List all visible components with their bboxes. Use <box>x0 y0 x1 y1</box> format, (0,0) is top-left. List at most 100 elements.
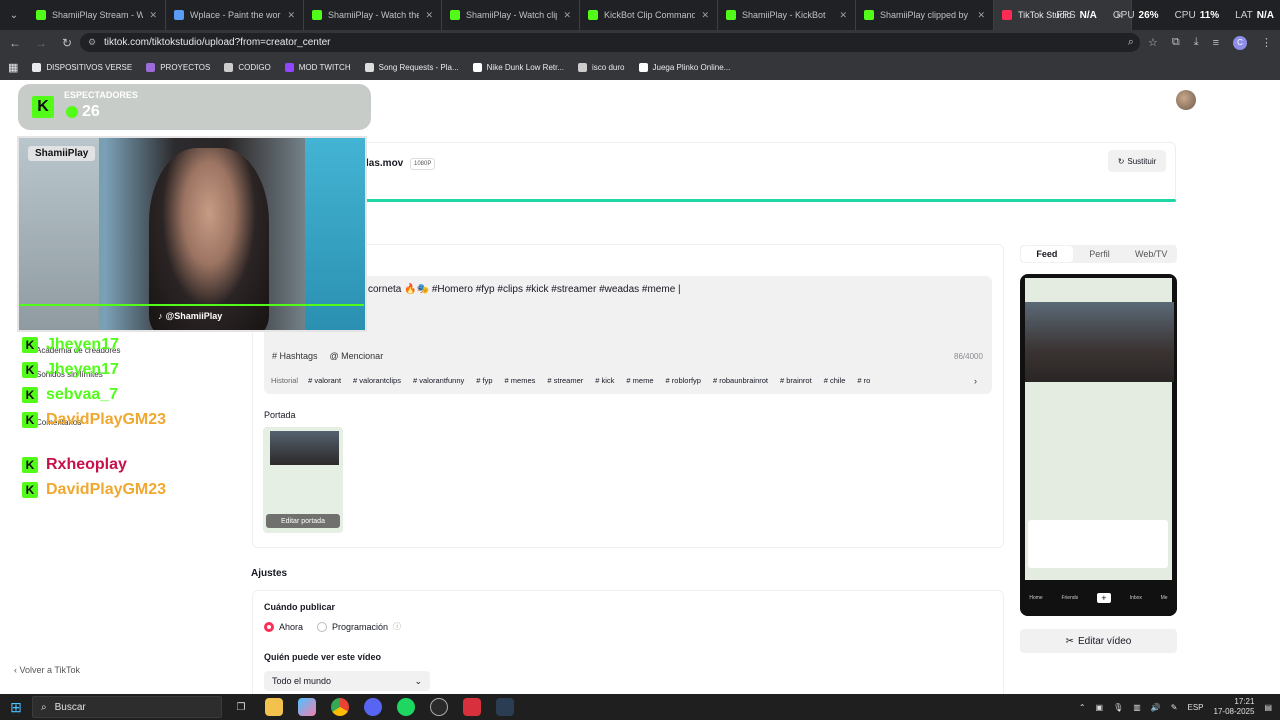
site-info-icon[interactable]: ⚙ <box>88 37 96 48</box>
clock-time: 17:21 <box>1234 697 1255 706</box>
tray-app-icon[interactable]: ▣ <box>1096 703 1104 712</box>
file-explorer-icon[interactable] <box>265 698 283 716</box>
scissors-icon: ✂ <box>1065 635 1074 647</box>
history-hashtag[interactable]: # valorantclips <box>353 376 401 385</box>
bookmark-star-icon[interactable]: ☆ <box>1148 36 1158 49</box>
copilot-icon[interactable] <box>298 698 316 716</box>
history-hashtag[interactable]: # valorant <box>308 376 341 385</box>
download-icon[interactable]: ⤓ <box>1194 36 1199 49</box>
history-hashtag[interactable]: # roblorfyp <box>666 376 701 385</box>
history-hashtag[interactable]: # streamer <box>547 376 583 385</box>
app-red-icon[interactable] <box>463 698 481 716</box>
schedule-radio[interactable]: Programación ⓘ <box>317 621 401 632</box>
tab-web-tv[interactable]: Web/TV <box>1125 245 1177 263</box>
phone-preview: Home Friends + Inbox Me <box>1020 274 1177 616</box>
bookmark-favicon-icon <box>638 63 648 72</box>
post-now-radio[interactable]: Ahora <box>264 621 303 632</box>
apps-grid-icon[interactable]: ▦ <box>8 61 18 74</box>
back-to-tiktok-link[interactable]: ‹ Volver a TikTok <box>14 665 80 675</box>
bookmark-item[interactable]: CODIGO <box>224 63 271 72</box>
windows-start-icon[interactable]: ⊞ <box>0 694 32 720</box>
cover-preview[interactable]: Editar portada <box>263 427 343 533</box>
history-hashtag[interactable]: # memes <box>505 376 536 385</box>
obs-icon[interactable] <box>430 698 448 716</box>
phone-navbar: Home Friends + Inbox Me <box>1020 580 1177 616</box>
history-hashtag[interactable]: # chile <box>824 376 846 385</box>
history-hashtag[interactable]: # robaunbrainrot <box>713 376 768 385</box>
pen-icon[interactable]: ✎ <box>1171 703 1178 712</box>
microphone-icon[interactable]: 🎙 <box>1113 703 1123 712</box>
mention-button[interactable]: @ Mencionar <box>330 351 384 361</box>
edit-video-button[interactable]: ✂ Editar vídeo <box>1020 629 1177 653</box>
visibility-select[interactable]: Todo el mundo ⌄ <box>264 671 430 691</box>
close-icon[interactable]: ✕ <box>149 10 157 21</box>
reload-icon[interactable]: ↻ <box>56 32 78 54</box>
browser-tab[interactable]: ShamiiPlay - Watch the V ✕ <box>304 0 442 30</box>
close-icon[interactable]: ✕ <box>977 10 985 21</box>
close-icon[interactable]: ✕ <box>563 10 571 21</box>
replace-button[interactable]: ↻ Sustituir <box>1108 150 1166 172</box>
kick-logo-icon: K <box>32 96 54 118</box>
back-arrow-icon[interactable]: ← <box>4 32 26 54</box>
task-view-icon[interactable]: ❐ <box>232 698 250 716</box>
bookmark-item[interactable]: MOD TWITCH <box>284 63 351 72</box>
bookmark-item[interactable]: Song Requests - Pla... <box>364 63 459 72</box>
bookmark-item[interactable]: Nike Dunk Low Retr... <box>472 63 564 72</box>
browser-tab[interactable]: ShamiiPlay clipped by Cr ✕ <box>856 0 994 30</box>
account-avatar[interactable] <box>1176 90 1196 110</box>
notifications-icon[interactable]: ▤ <box>1264 703 1272 712</box>
clock[interactable]: 17:21 17-08-2025 <box>1214 697 1255 717</box>
history-next-icon[interactable]: › <box>974 376 977 386</box>
browser-tab[interactable]: ShamiiPlay Stream - Watc ✕ <box>28 0 166 30</box>
tab-profile[interactable]: Perfil <box>1074 245 1126 263</box>
volume-icon[interactable]: 🔊 <box>1151 703 1161 712</box>
close-icon[interactable]: ✕ <box>701 10 709 21</box>
tab-favicon-icon <box>1002 10 1012 20</box>
davinci-icon[interactable] <box>496 698 514 716</box>
history-hashtag[interactable]: # valorantfunny <box>413 376 464 385</box>
tab-feed[interactable]: Feed <box>1021 246 1073 262</box>
schedule-label: Programación <box>332 621 389 632</box>
history-hashtag[interactable]: # fyp <box>476 376 492 385</box>
edit-cover-button[interactable]: Editar portada <box>266 514 340 528</box>
history-hashtag[interactable]: # meme <box>626 376 653 385</box>
tray-chevron-icon[interactable]: ⌃ <box>1079 703 1086 712</box>
clock-date: 17-08-2025 <box>1213 707 1255 716</box>
close-icon[interactable]: ✕ <box>425 10 433 21</box>
bookmark-item[interactable]: isco duro <box>578 63 625 72</box>
network-icon[interactable]: ▥ <box>1133 703 1141 712</box>
zoom-icon[interactable]: ⌕ <box>1128 36 1134 49</box>
browser-tab[interactable]: ShamiiPlay - KickBot ✕ <box>718 0 856 30</box>
chat-message: K Jheyen17 <box>22 361 119 379</box>
history-hashtag[interactable]: # ro <box>857 376 870 385</box>
chrome-icon[interactable] <box>331 698 349 716</box>
spotify-icon[interactable] <box>397 698 415 716</box>
profile-avatar[interactable]: C <box>1233 35 1247 50</box>
close-icon[interactable]: ✕ <box>287 10 295 21</box>
kick-badge-icon: K <box>22 387 38 403</box>
forward-arrow-icon[interactable]: → <box>30 32 52 54</box>
hashtags-button[interactable]: # Hashtags <box>272 351 318 361</box>
browser-menu-icon[interactable]: ⋮ <box>1261 36 1272 49</box>
tab-search-icon[interactable]: ⌄ <box>0 0 28 30</box>
bookmark-item[interactable]: Juega Plinko Online... <box>638 63 730 72</box>
history-hashtag[interactable]: # brainrot <box>780 376 812 385</box>
address-bar[interactable]: ⚙ tiktok.com/tiktokstudio/upload?from=cr… <box>80 33 1140 52</box>
close-icon[interactable]: ✕ <box>839 10 847 21</box>
visibility-label: Quién puede ver este vídeo <box>264 652 382 662</box>
history-hashtag[interactable]: # kick <box>595 376 614 385</box>
bookmark-item[interactable]: PROYECTOS <box>146 63 210 72</box>
extensions-icon[interactable]: ⧉ <box>1172 36 1180 49</box>
webcam-background <box>19 138 99 330</box>
taskbar-search[interactable]: ⌕ Buscar <box>32 696 222 718</box>
browser-tab[interactable]: KickBot Clip Command ✕ <box>580 0 718 30</box>
tab-favicon-icon <box>36 10 46 20</box>
language-indicator[interactable]: ESP <box>1188 703 1204 712</box>
discord-icon[interactable] <box>364 698 382 716</box>
bookmark-item[interactable]: DISPOSITIVOS VERSE <box>32 63 132 72</box>
info-icon[interactable]: ⓘ <box>393 621 401 632</box>
reading-list-icon[interactable]: ≡ <box>1213 37 1219 49</box>
browser-tab[interactable]: Wplace - Paint the world ✕ <box>166 0 304 30</box>
browser-tab[interactable]: ShamiiPlay - Watch clips ✕ <box>442 0 580 30</box>
phone-nav-inbox: Inbox <box>1129 595 1142 601</box>
